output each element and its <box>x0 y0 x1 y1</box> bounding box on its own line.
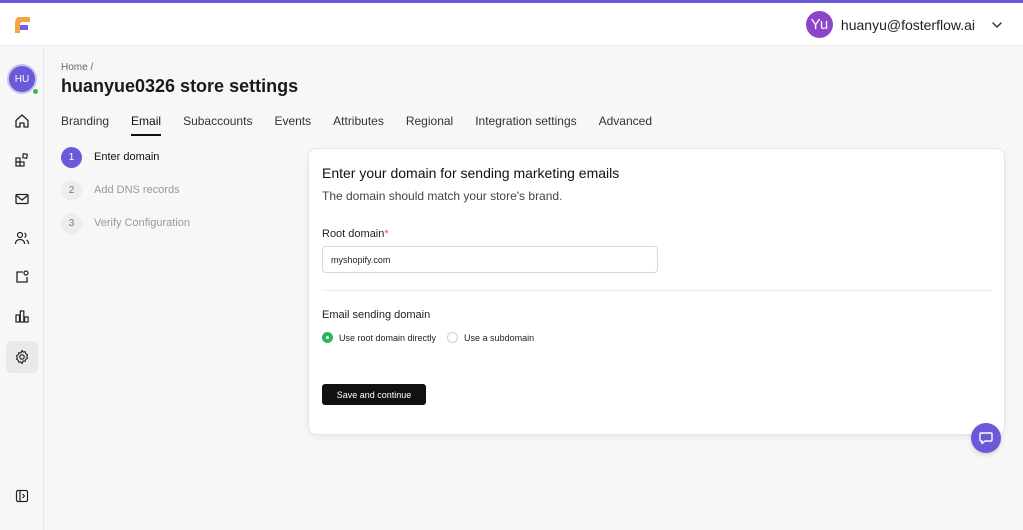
tab-branding[interactable]: Branding <box>61 114 109 136</box>
collapse-sidebar-icon <box>15 489 29 503</box>
setup-steps: 1 Enter domain 2 Add DNS records 3 Verif… <box>61 146 190 246</box>
step-label: Add DNS records <box>94 184 180 196</box>
root-domain-input[interactable] <box>322 246 658 273</box>
user-avatar[interactable]: Yu <box>805 11 833 38</box>
step-add-dns-records[interactable]: 2 Add DNS records <box>61 179 190 201</box>
top-bar: Yu huanyu@fosterflow.ai <box>0 3 1023 46</box>
mail-icon <box>15 193 29 205</box>
home-icon <box>15 114 29 128</box>
breadcrumb[interactable]: Home / <box>61 62 93 73</box>
user-email[interactable]: huanyu@fosterflow.ai <box>841 17 975 33</box>
gear-icon <box>15 349 29 365</box>
step-number: 2 <box>61 179 82 201</box>
badge-icon <box>16 270 29 283</box>
tab-email[interactable]: Email <box>131 114 162 136</box>
sidebar: HU <box>0 47 44 530</box>
sidebar-item-contacts[interactable] <box>6 222 38 254</box>
sending-domain-options: Use root domain directly Use a subdomain <box>322 332 545 343</box>
radio-unchecked-indicator[interactable] <box>447 332 459 343</box>
sending-domain-label: Email sending domain <box>322 309 431 321</box>
card-title: Enter your domain for sending marketing … <box>322 165 620 181</box>
radio-use-subdomain[interactable]: Use a subdomain <box>447 332 534 343</box>
card-subtitle: The domain should match your store's bra… <box>322 189 563 203</box>
online-status-dot <box>32 88 39 95</box>
sidebar-item-analytics[interactable] <box>6 300 38 332</box>
step-number: 3 <box>61 212 82 234</box>
chevron-down-icon[interactable] <box>989 17 1005 33</box>
radio-checked-indicator[interactable] <box>322 332 333 343</box>
blocks-icon <box>15 152 29 167</box>
bar-chart-icon <box>15 310 29 323</box>
radio-label[interactable]: Use a subdomain <box>464 333 534 343</box>
tab-events[interactable]: Events <box>274 114 311 136</box>
sidebar-item-home[interactable] <box>6 105 38 137</box>
fosterflow-logo-icon[interactable] <box>13 15 33 35</box>
users-icon <box>14 231 30 245</box>
tab-regional[interactable]: Regional <box>406 114 453 136</box>
settings-tabs: Branding Email Subaccounts Events Attrib… <box>61 114 674 138</box>
tab-advanced[interactable]: Advanced <box>599 114 652 136</box>
divider <box>322 290 992 291</box>
step-number: 1 <box>61 146 82 168</box>
root-domain-label-text: Root domain <box>322 228 385 240</box>
chat-support-button[interactable] <box>971 423 1001 453</box>
step-label: Verify Configuration <box>94 217 190 229</box>
root-domain-label: Root domain* <box>322 228 389 240</box>
tab-integration-settings[interactable]: Integration settings <box>475 114 576 136</box>
radio-label[interactable]: Use root domain directly <box>339 333 436 343</box>
chat-icon <box>979 432 993 445</box>
sidebar-item-email[interactable] <box>6 183 38 215</box>
tab-subaccounts[interactable]: Subaccounts <box>183 114 252 136</box>
required-asterisk: * <box>384 228 389 240</box>
collapse-sidebar-button[interactable] <box>6 480 38 512</box>
save-and-continue-button[interactable]: Save and continue <box>322 384 426 405</box>
sidebar-item-segments[interactable] <box>6 261 38 293</box>
step-label: Enter domain <box>94 151 160 163</box>
sidebar-item-settings[interactable] <box>6 341 38 373</box>
step-enter-domain[interactable]: 1 Enter domain <box>61 146 190 168</box>
user-menu[interactable]: Yu huanyu@fosterflow.ai <box>805 11 1005 38</box>
domain-card: Enter your domain for sending marketing … <box>308 148 1005 435</box>
radio-use-root-domain[interactable]: Use root domain directly <box>322 332 436 343</box>
step-verify-configuration[interactable]: 3 Verify Configuration <box>61 212 190 234</box>
tab-attributes[interactable]: Attributes <box>333 114 384 136</box>
sidebar-item-integrations[interactable] <box>6 144 38 176</box>
page-title: huanyue0326 store settings <box>61 76 299 96</box>
